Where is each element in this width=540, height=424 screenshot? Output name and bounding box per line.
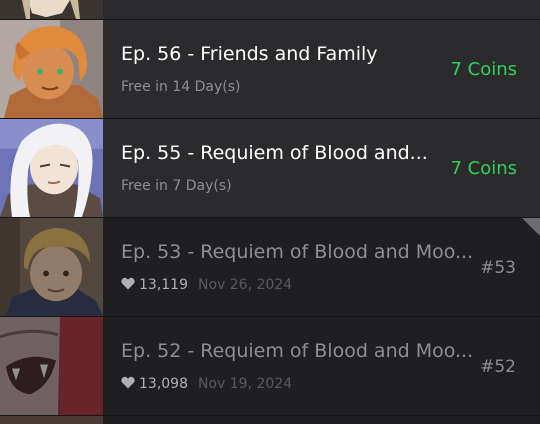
episode-number: #53: [480, 258, 516, 278]
episode-list: Ep. 56 - Friends and Family Free in 14 D…: [0, 0, 540, 424]
character-thumbnail-icon: [0, 119, 103, 217]
like-count: 13,098: [139, 376, 188, 392]
like-count: 13,119: [139, 277, 188, 293]
episode-row-partial[interactable]: [0, 0, 540, 20]
heart-icon: [121, 376, 135, 394]
episode-meta: 13,098 Nov 19, 2024: [121, 375, 292, 394]
free-countdown: Free in 7 Day(s): [121, 178, 232, 194]
episode-title: Ep. 55 - Requiem of Blood and...: [121, 142, 428, 164]
episode-title: Ep. 52 - Requiem of Blood and Moo...: [121, 340, 474, 362]
coin-price: 7 Coins: [450, 158, 517, 179]
character-thumbnail-icon: [0, 317, 103, 415]
episode-title: Ep. 53 - Requiem of Blood and Moo...: [121, 241, 474, 263]
character-thumbnail-icon: [0, 20, 103, 118]
release-date: Nov 19, 2024: [198, 376, 293, 392]
heart-icon: [121, 277, 135, 295]
character-thumbnail-icon: [0, 218, 103, 316]
episode-row[interactable]: Ep. 55 - Requiem of Blood and... Free in…: [0, 119, 540, 218]
episode-thumbnail: [0, 0, 103, 19]
new-indicator-corner: [522, 218, 540, 236]
free-countdown: Free in 14 Day(s): [121, 79, 241, 95]
episode-thumbnail: [0, 416, 103, 424]
episode-number: #52: [480, 357, 516, 377]
episode-meta: 13,119 Nov 26, 2024: [121, 276, 292, 295]
episode-title: Ep. 56 - Friends and Family: [121, 43, 378, 65]
episode-row-partial[interactable]: [0, 416, 540, 424]
episode-row[interactable]: Ep. 56 - Friends and Family Free in 14 D…: [0, 20, 540, 119]
episode-row[interactable]: Ep. 52 - Requiem of Blood and Moo... 13,…: [0, 317, 540, 416]
coin-price: 7 Coins: [450, 59, 517, 80]
release-date: Nov 26, 2024: [198, 277, 293, 293]
episode-row[interactable]: Ep. 53 - Requiem of Blood and Moo... 13,…: [0, 218, 540, 317]
